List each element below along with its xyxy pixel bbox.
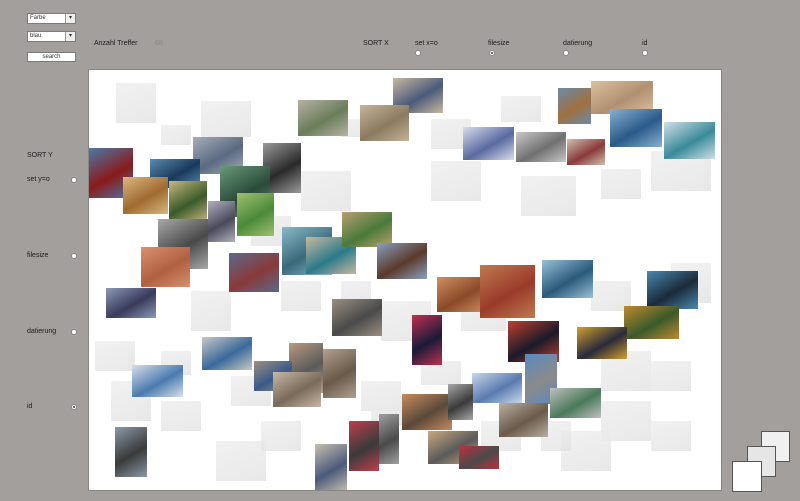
faded-photo-thumbnail[interactable]: [501, 96, 541, 122]
chevron-down-icon[interactable]: ▾: [65, 14, 75, 23]
zoom-small-icon[interactable]: [732, 461, 762, 492]
photo-thumbnail[interactable]: [342, 212, 392, 247]
photo-thumbnail[interactable]: [132, 365, 183, 397]
photo-thumbnail[interactable]: [106, 288, 156, 318]
photo-thumbnail[interactable]: [202, 337, 252, 370]
faded-photo-thumbnail[interactable]: [431, 161, 481, 201]
photo-thumbnail[interactable]: [550, 388, 601, 418]
result-count-label: Anzahl Treffer: [94, 40, 138, 47]
photo-thumbnail[interactable]: [664, 122, 715, 159]
faded-photo-thumbnail[interactable]: [281, 281, 321, 311]
photo-thumbnail[interactable]: [558, 88, 591, 124]
sort-y-option-label: filesize: [27, 252, 49, 259]
sort-y-option-label: datierung: [27, 328, 57, 335]
photo-thumbnail[interactable]: [115, 427, 147, 477]
photo-thumbnail[interactable]: [647, 271, 698, 309]
photo-thumbnail[interactable]: [463, 127, 514, 160]
photo-thumbnail[interactable]: [459, 446, 499, 469]
photo-thumbnail[interactable]: [141, 247, 190, 287]
faded-photo-thumbnail[interactable]: [116, 83, 156, 123]
sort-y-radio-id[interactable]: [71, 404, 77, 410]
search-button[interactable]: search: [27, 52, 76, 62]
photo-thumbnail[interactable]: [298, 100, 348, 136]
sort-x-title: SORT X: [363, 40, 389, 47]
photo-thumbnail[interactable]: [208, 201, 235, 242]
photo-thumbnail[interactable]: [567, 139, 605, 165]
faded-photo-thumbnail[interactable]: [651, 421, 691, 451]
faded-photo-thumbnail[interactable]: [216, 441, 266, 481]
sort-y-radio-set-y[interactable]: [71, 177, 77, 183]
photo-thumbnail[interactable]: [315, 444, 347, 490]
color-mode-select[interactable]: Farbe ▾: [27, 13, 76, 24]
photo-thumbnail[interactable]: [624, 306, 679, 339]
faded-photo-thumbnail[interactable]: [301, 171, 351, 211]
sort-x-radio-filesize[interactable]: [489, 50, 495, 56]
sort-x-option-label: set x=o: [415, 40, 438, 47]
sort-y-title: SORT Y: [27, 152, 53, 159]
faded-photo-thumbnail[interactable]: [261, 421, 301, 451]
photo-thumbnail[interactable]: [377, 243, 427, 279]
color-value-select-value: blau: [30, 33, 42, 39]
faded-photo-thumbnail[interactable]: [191, 291, 231, 331]
photo-thumbnail[interactable]: [480, 265, 535, 318]
sort-y-option-label: set y=o: [27, 176, 50, 183]
photo-thumbnail[interactable]: [237, 193, 274, 236]
color-value-select[interactable]: blau ▾: [27, 31, 76, 42]
photo-thumbnail[interactable]: [323, 349, 356, 398]
photo-thumbnail[interactable]: [448, 384, 473, 420]
faded-photo-thumbnail[interactable]: [95, 341, 135, 371]
photo-thumbnail[interactable]: [402, 394, 452, 430]
faded-photo-thumbnail[interactable]: [201, 101, 251, 137]
photo-thumbnail[interactable]: [499, 403, 548, 437]
faded-photo-thumbnail[interactable]: [651, 361, 691, 391]
image-canvas[interactable]: [88, 69, 722, 491]
photo-thumbnail[interactable]: [229, 253, 279, 292]
faded-photo-thumbnail[interactable]: [161, 401, 201, 431]
photo-thumbnail[interactable]: [577, 327, 627, 359]
photo-thumbnail[interactable]: [472, 373, 522, 403]
photo-thumbnail[interactable]: [169, 181, 207, 222]
faded-photo-thumbnail[interactable]: [601, 169, 641, 199]
sort-y-radio-filesize[interactable]: [71, 253, 77, 259]
sort-x-option-label: id: [642, 40, 648, 47]
faded-photo-thumbnail[interactable]: [521, 176, 576, 216]
sort-x-radio-datierung[interactable]: [563, 50, 569, 56]
sort-x-radio-set-x[interactable]: [415, 50, 421, 56]
photo-thumbnail[interactable]: [360, 105, 409, 141]
photo-thumbnail[interactable]: [123, 177, 168, 214]
faded-photo-thumbnail[interactable]: [161, 125, 191, 145]
photo-thumbnail[interactable]: [273, 372, 321, 407]
color-mode-select-value: Farbe: [30, 15, 46, 21]
photo-thumbnail[interactable]: [542, 260, 593, 298]
sort-x-option-label: filesize: [488, 40, 510, 47]
photo-thumbnail[interactable]: [332, 299, 382, 336]
sort-x-option-label: datierung: [563, 40, 593, 47]
photo-thumbnail[interactable]: [379, 414, 399, 464]
photo-thumbnail[interactable]: [412, 315, 442, 365]
chevron-down-icon[interactable]: ▾: [65, 32, 75, 41]
photo-thumbnail[interactable]: [516, 132, 566, 162]
photo-thumbnail[interactable]: [610, 109, 662, 147]
sort-x-radio-id[interactable]: [642, 50, 648, 56]
photo-thumbnail[interactable]: [349, 421, 379, 471]
sort-y-radio-datierung[interactable]: [71, 329, 77, 335]
result-count-value: 68: [155, 40, 163, 47]
sort-y-option-label: id: [27, 403, 33, 410]
